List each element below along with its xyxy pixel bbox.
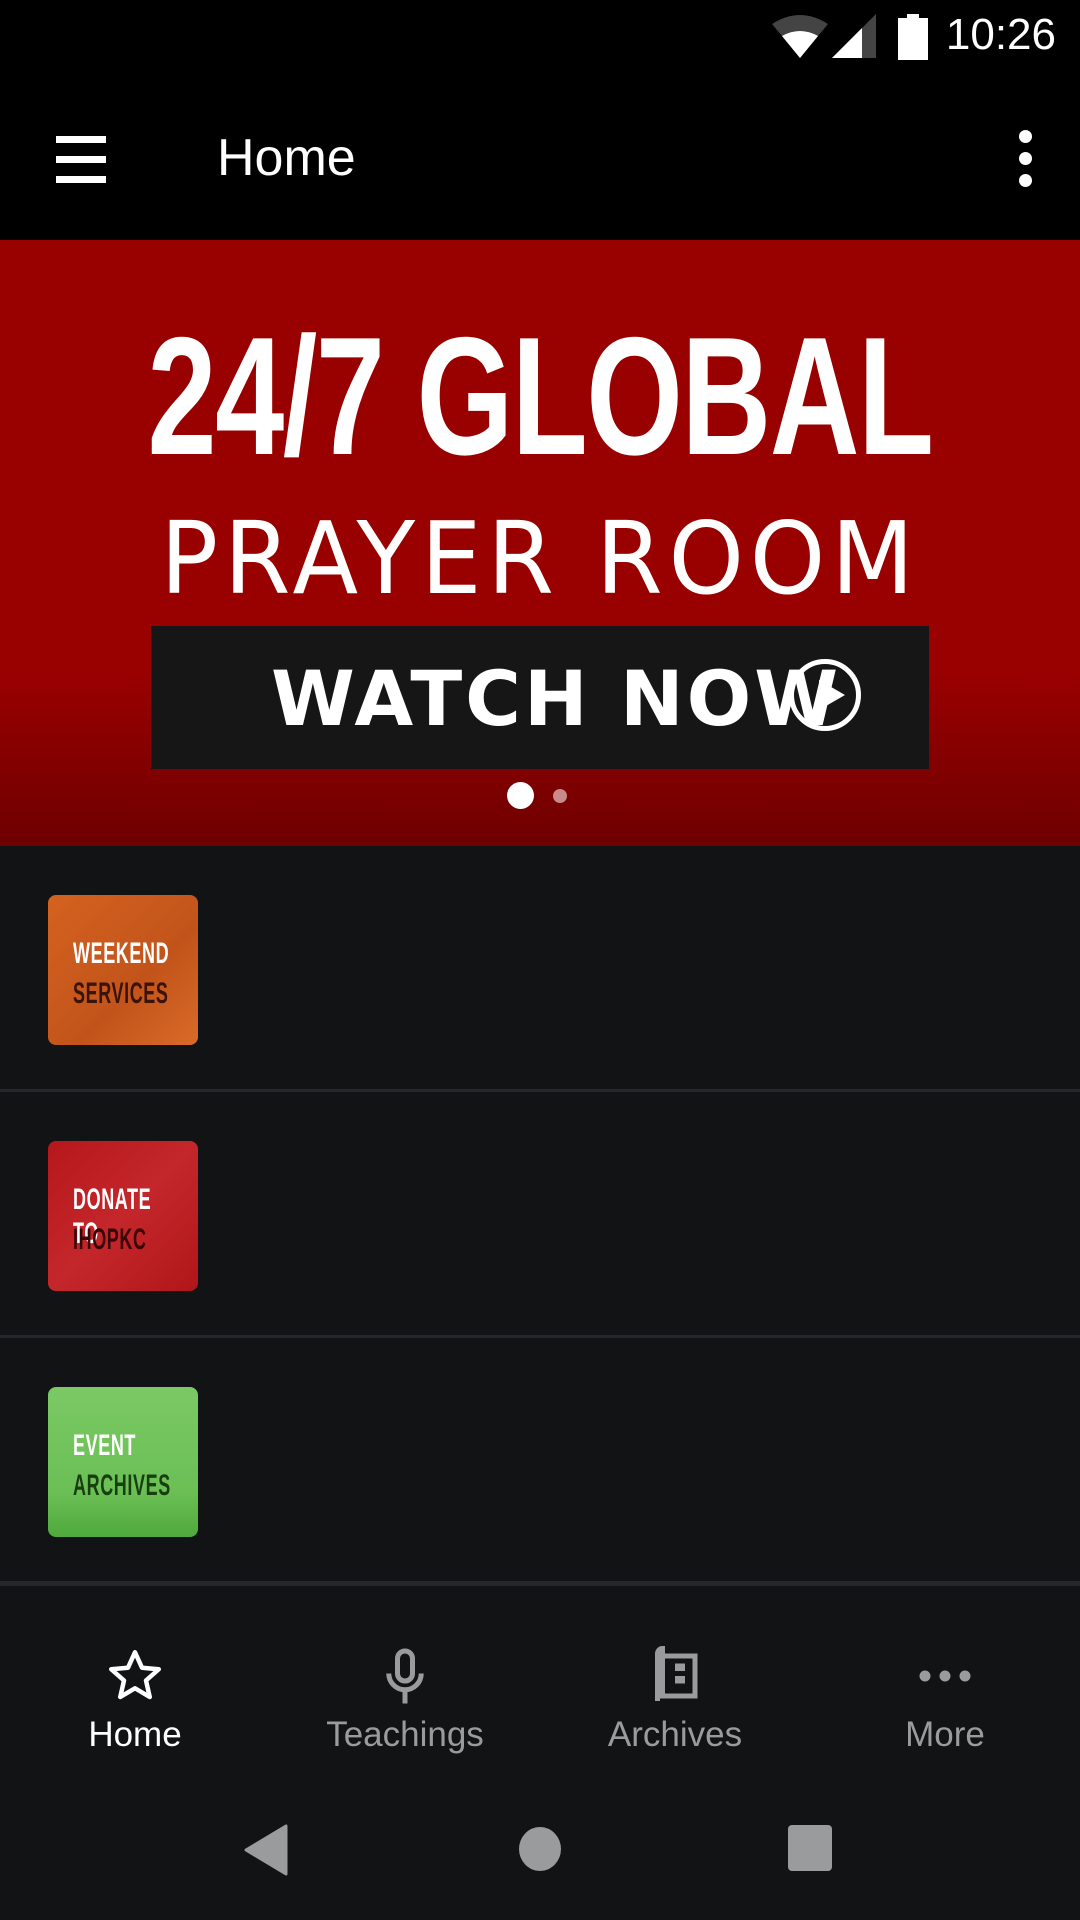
recents-square-icon[interactable] bbox=[787, 1824, 833, 1872]
page-title: Home bbox=[217, 129, 356, 187]
list-item-donate[interactable]: DONATE TO IHOPKC bbox=[0, 1092, 1080, 1338]
tile-line2: IHOPKC bbox=[73, 1223, 147, 1256]
app-bar: Home bbox=[0, 80, 1080, 240]
more-horiz-icon bbox=[919, 1670, 971, 1682]
home-list: WEEKEND SERVICES DONATE TO IHOPKC EVENT … bbox=[0, 846, 1080, 1584]
event-archives-thumbnail: EVENT ARCHIVES bbox=[48, 1387, 198, 1537]
more-vert-icon[interactable] bbox=[1000, 128, 1050, 192]
status-bar: 10:26 bbox=[0, 0, 1080, 80]
back-icon[interactable] bbox=[244, 1824, 288, 1876]
pager-dot-active[interactable] bbox=[507, 782, 534, 809]
tab-more-label: More bbox=[905, 1715, 985, 1754]
play-circle-icon bbox=[789, 659, 861, 731]
banner-headline: 24/7 GLOBAL bbox=[147, 302, 934, 490]
bottom-navigation: Home Teachings Archives More bbox=[0, 1583, 1080, 1780]
list-item-weekend-services[interactable]: WEEKEND SERVICES bbox=[0, 846, 1080, 1092]
battery-icon bbox=[898, 14, 928, 60]
donate-thumbnail: DONATE TO IHOPKC bbox=[48, 1141, 198, 1291]
tile-line1: WEEKEND bbox=[73, 937, 170, 970]
system-navigation-bar bbox=[0, 1780, 1080, 1920]
banner-subheadline: PRAYER ROOM bbox=[160, 500, 920, 617]
home-circle-icon[interactable] bbox=[518, 1826, 562, 1872]
tab-more[interactable]: More bbox=[810, 1586, 1080, 1783]
star-icon bbox=[109, 1650, 161, 1700]
tab-teachings-label: Teachings bbox=[326, 1715, 484, 1754]
wifi-icon bbox=[772, 15, 828, 58]
tab-archives-label: Archives bbox=[607, 1715, 743, 1754]
cell-signal-icon bbox=[832, 14, 876, 58]
microphone-icon bbox=[386, 1648, 424, 1704]
tab-home[interactable]: Home bbox=[0, 1586, 270, 1783]
tile-line2: ARCHIVES bbox=[73, 1469, 171, 1502]
tab-home-label: Home bbox=[88, 1715, 182, 1754]
hamburger-menu-icon[interactable] bbox=[50, 130, 116, 190]
watch-now-label: WATCH NOW bbox=[271, 654, 842, 743]
tab-archives[interactable]: Archives bbox=[540, 1586, 810, 1783]
weekend-services-thumbnail: WEEKEND SERVICES bbox=[48, 895, 198, 1045]
book-icon bbox=[655, 1646, 698, 1701]
banner-pager bbox=[0, 780, 1080, 810]
pager-dot[interactable] bbox=[553, 789, 567, 803]
prayer-room-banner[interactable]: 24/7 GLOBAL PRAYER ROOM WATCH NOW bbox=[0, 240, 1080, 846]
list-item-event-archives[interactable]: EVENT ARCHIVES bbox=[0, 1338, 1080, 1584]
tile-line2: SERVICES bbox=[73, 977, 169, 1010]
tile-line1: EVENT bbox=[73, 1429, 137, 1462]
tab-teachings[interactable]: Teachings bbox=[270, 1586, 540, 1783]
watch-now-button[interactable]: WATCH NOW bbox=[151, 626, 929, 769]
status-time: 10:26 bbox=[945, 10, 1056, 59]
